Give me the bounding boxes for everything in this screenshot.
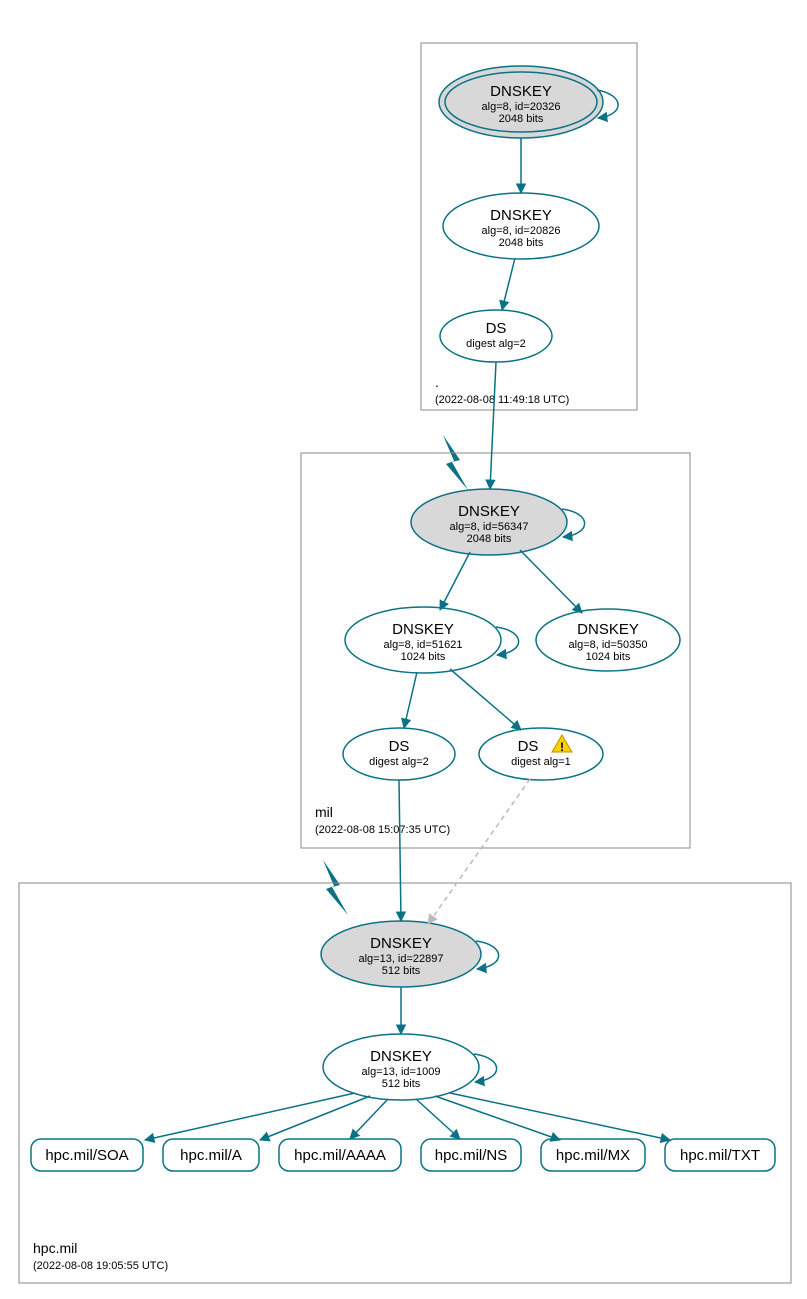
record-a: hpc.mil/A	[163, 1139, 259, 1171]
zone-ts-hpc: (2022-08-08 19:05:55 UTC)	[33, 1260, 168, 1272]
edge-zsk-txt	[450, 1093, 670, 1140]
svg-text:alg=8, id=51621: alg=8, id=51621	[384, 639, 463, 651]
svg-text:2048 bits: 2048 bits	[499, 237, 544, 249]
svg-text:DS: DS	[389, 738, 410, 755]
svg-text:hpc.mil/TXT: hpc.mil/TXT	[680, 1147, 760, 1164]
edge-mil-ksk-zsk1	[440, 552, 470, 610]
svg-text:alg=13, id=22897: alg=13, id=22897	[358, 953, 443, 965]
svg-text:hpc.mil/AAAA: hpc.mil/AAAA	[294, 1147, 386, 1164]
node-mil-ksk: DNSKEY alg=8, id=56347 2048 bits	[411, 489, 567, 555]
edge-zsk-soa	[145, 1093, 355, 1140]
node-hpc-ksk: DNSKEY alg=13, id=22897 512 bits	[321, 921, 481, 987]
record-mx: hpc.mil/MX	[541, 1139, 645, 1171]
edge-zsk-ns	[416, 1099, 460, 1139]
svg-text:512 bits: 512 bits	[382, 1078, 421, 1090]
svg-text:2048 bits: 2048 bits	[499, 113, 544, 125]
zone-ts-root: (2022-08-08 11:49:18 UTC)	[435, 394, 569, 406]
svg-text:DNSKEY: DNSKEY	[370, 1048, 432, 1065]
svg-text:digest alg=1: digest alg=1	[511, 756, 571, 768]
edge-zsk-aaaa	[350, 1099, 388, 1139]
record-txt: hpc.mil/TXT	[665, 1139, 775, 1171]
record-soa: hpc.mil/SOA	[31, 1139, 143, 1171]
svg-text:alg=8, id=20826: alg=8, id=20826	[482, 225, 561, 237]
svg-text:digest alg=2: digest alg=2	[369, 756, 429, 768]
svg-text:DNSKEY: DNSKEY	[392, 621, 454, 638]
edge-mil-ds1-hpc-ksk	[399, 780, 401, 921]
svg-text:alg=8, id=50350: alg=8, id=50350	[569, 639, 648, 651]
svg-text:DS: DS	[518, 738, 539, 755]
edge-mil-ds2-hpc-ksk	[428, 779, 530, 924]
edge-root-zsk-ds	[502, 258, 515, 310]
svg-text:hpc.mil/NS: hpc.mil/NS	[435, 1147, 508, 1164]
edge-mil-ksk-zsk2	[520, 550, 582, 613]
dnssec-graph: . (2022-08-08 11:49:18 UTC) DNSKEY alg=8…	[0, 0, 807, 1299]
delegation-arrow-mil-hpc	[323, 860, 348, 915]
zone-ts-mil: (2022-08-08 15:07:35 UTC)	[315, 824, 450, 836]
svg-text:alg=13, id=1009: alg=13, id=1009	[362, 1066, 441, 1078]
svg-text:hpc.mil/MX: hpc.mil/MX	[556, 1147, 630, 1164]
svg-text:digest alg=2: digest alg=2	[466, 338, 526, 350]
delegation-arrow-root-mil	[443, 435, 468, 490]
svg-text:DS: DS	[486, 320, 507, 337]
svg-text:hpc.mil/A: hpc.mil/A	[180, 1147, 242, 1164]
zone-label-root: .	[435, 374, 439, 390]
record-aaaa: hpc.mil/AAAA	[279, 1139, 401, 1171]
svg-text:DNSKEY: DNSKEY	[490, 83, 552, 100]
svg-text:alg=8, id=20326: alg=8, id=20326	[482, 101, 561, 113]
svg-text:DNSKEY: DNSKEY	[370, 935, 432, 952]
node-root-zsk: DNSKEY alg=8, id=20826 2048 bits	[443, 193, 599, 259]
node-root-ksk: DNSKEY alg=8, id=20326 2048 bits	[439, 66, 603, 138]
svg-text:1024 bits: 1024 bits	[401, 651, 446, 663]
edge-mil-zsk1-ds2	[450, 669, 521, 730]
svg-text:!: !	[560, 740, 564, 754]
svg-text:DNSKEY: DNSKEY	[490, 207, 552, 224]
svg-text:alg=8, id=56347: alg=8, id=56347	[450, 521, 529, 533]
node-hpc-zsk: DNSKEY alg=13, id=1009 512 bits	[323, 1034, 479, 1100]
edge-mil-zsk1-ds1	[404, 672, 417, 728]
node-mil-ds2: DS digest alg=1 !	[479, 728, 603, 780]
svg-text:hpc.mil/SOA: hpc.mil/SOA	[45, 1147, 128, 1164]
node-mil-ds1: DS digest alg=2	[343, 728, 455, 780]
record-ns: hpc.mil/NS	[421, 1139, 521, 1171]
svg-text:2048 bits: 2048 bits	[467, 533, 512, 545]
node-root-ds: DS digest alg=2	[440, 310, 552, 362]
svg-text:DNSKEY: DNSKEY	[577, 621, 639, 638]
svg-text:DNSKEY: DNSKEY	[458, 503, 520, 520]
node-mil-zsk1: DNSKEY alg=8, id=51621 1024 bits	[345, 607, 501, 673]
svg-text:512 bits: 512 bits	[382, 965, 421, 977]
svg-text:1024 bits: 1024 bits	[586, 651, 631, 663]
zone-label-hpc: hpc.mil	[33, 1240, 77, 1256]
zone-label-mil: mil	[315, 804, 333, 820]
node-mil-zsk2: DNSKEY alg=8, id=50350 1024 bits	[536, 609, 680, 671]
edge-root-ds-mil-ksk	[490, 362, 496, 489]
